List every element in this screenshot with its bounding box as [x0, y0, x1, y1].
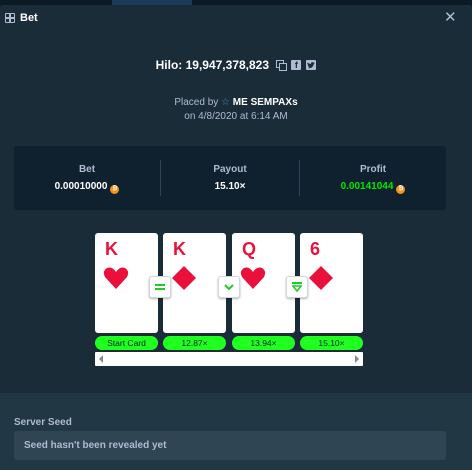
bet-modal: Bet ✕ Hilo: 19,947,378,823 f Placed by ☆…	[0, 5, 472, 470]
card-rank: K	[105, 239, 118, 259]
profit-stat: Profit 0.00141044 ₿	[300, 146, 446, 210]
card: 6	[300, 233, 363, 333]
close-icon[interactable]: ✕	[444, 10, 457, 25]
copy-icon[interactable]	[276, 60, 288, 71]
card-multiplier-label: 12.87×	[163, 336, 226, 350]
horizontal-scrollbar[interactable]	[95, 352, 363, 366]
heart-suit-icon	[103, 265, 129, 291]
cards-history: K K Q 6 Start Card 12.87× 13.94× 15.10×	[95, 233, 363, 373]
card-multiplier-label: 13.94×	[232, 336, 295, 350]
modal-header: Bet ✕	[0, 5, 472, 35]
placed-date: on 4/8/2020 at 6:14 AM	[184, 111, 288, 122]
bitcoin-icon: ₿	[396, 185, 406, 194]
scroll-right-icon[interactable]	[355, 355, 359, 363]
placed-by-prefix: Placed by	[174, 97, 219, 108]
lower-or-equal-guess-icon	[286, 276, 308, 298]
modal-title: Bet	[20, 12, 38, 24]
card-multiplier-label: Start Card	[95, 336, 158, 350]
card-rank: 6	[310, 239, 321, 259]
bet-stats-panel: Bet 0.00010000 ₿ Payout 15.10× Profit 0.0…	[14, 146, 446, 210]
card: K	[163, 233, 226, 333]
heart-suit-icon	[240, 265, 266, 291]
payout-stat: Payout 15.10×	[160, 146, 300, 210]
twitter-icon[interactable]	[306, 60, 317, 70]
diamond-suit-icon	[308, 265, 334, 291]
lower-guess-icon	[218, 276, 240, 298]
profit-value: 0.00141044	[340, 181, 394, 192]
diamond-suit-icon	[171, 265, 197, 291]
scroll-left-icon[interactable]	[99, 355, 103, 363]
facebook-icon[interactable]: f	[291, 60, 302, 70]
bet-label: Bet	[78, 164, 96, 175]
card-multiplier-label: 15.10×	[300, 336, 363, 350]
game-id: Hilo: 19,947,378,823	[155, 58, 270, 72]
equal-guess-icon	[149, 276, 171, 298]
game-id-row: Hilo: 19,947,378,823 f	[0, 58, 472, 72]
bet-stat: Bet 0.00010000 ₿	[14, 146, 160, 210]
username-link[interactable]: ME SEMPAXs	[233, 97, 298, 108]
card-rank: Q	[242, 239, 257, 259]
bet-value: 0.00010000	[54, 181, 108, 192]
star-icon: ☆	[221, 97, 231, 108]
payout-label: Payout	[213, 164, 247, 175]
card-rank: K	[173, 239, 186, 259]
payout-value: 15.10×	[214, 181, 246, 192]
server-seed-field[interactable]: Seed hasn't been revealed yet	[14, 431, 446, 460]
bet-slip-icon	[5, 13, 15, 23]
placed-by-info: Placed by ☆ ME SEMPAXs on 4/8/2020 at 6:…	[0, 96, 472, 124]
server-seed-section: Server Seed Seed hasn't been revealed ye…	[0, 393, 472, 470]
bitcoin-icon: ₿	[110, 185, 120, 194]
server-seed-label: Server Seed	[14, 417, 72, 428]
profit-label: Profit	[359, 164, 387, 175]
